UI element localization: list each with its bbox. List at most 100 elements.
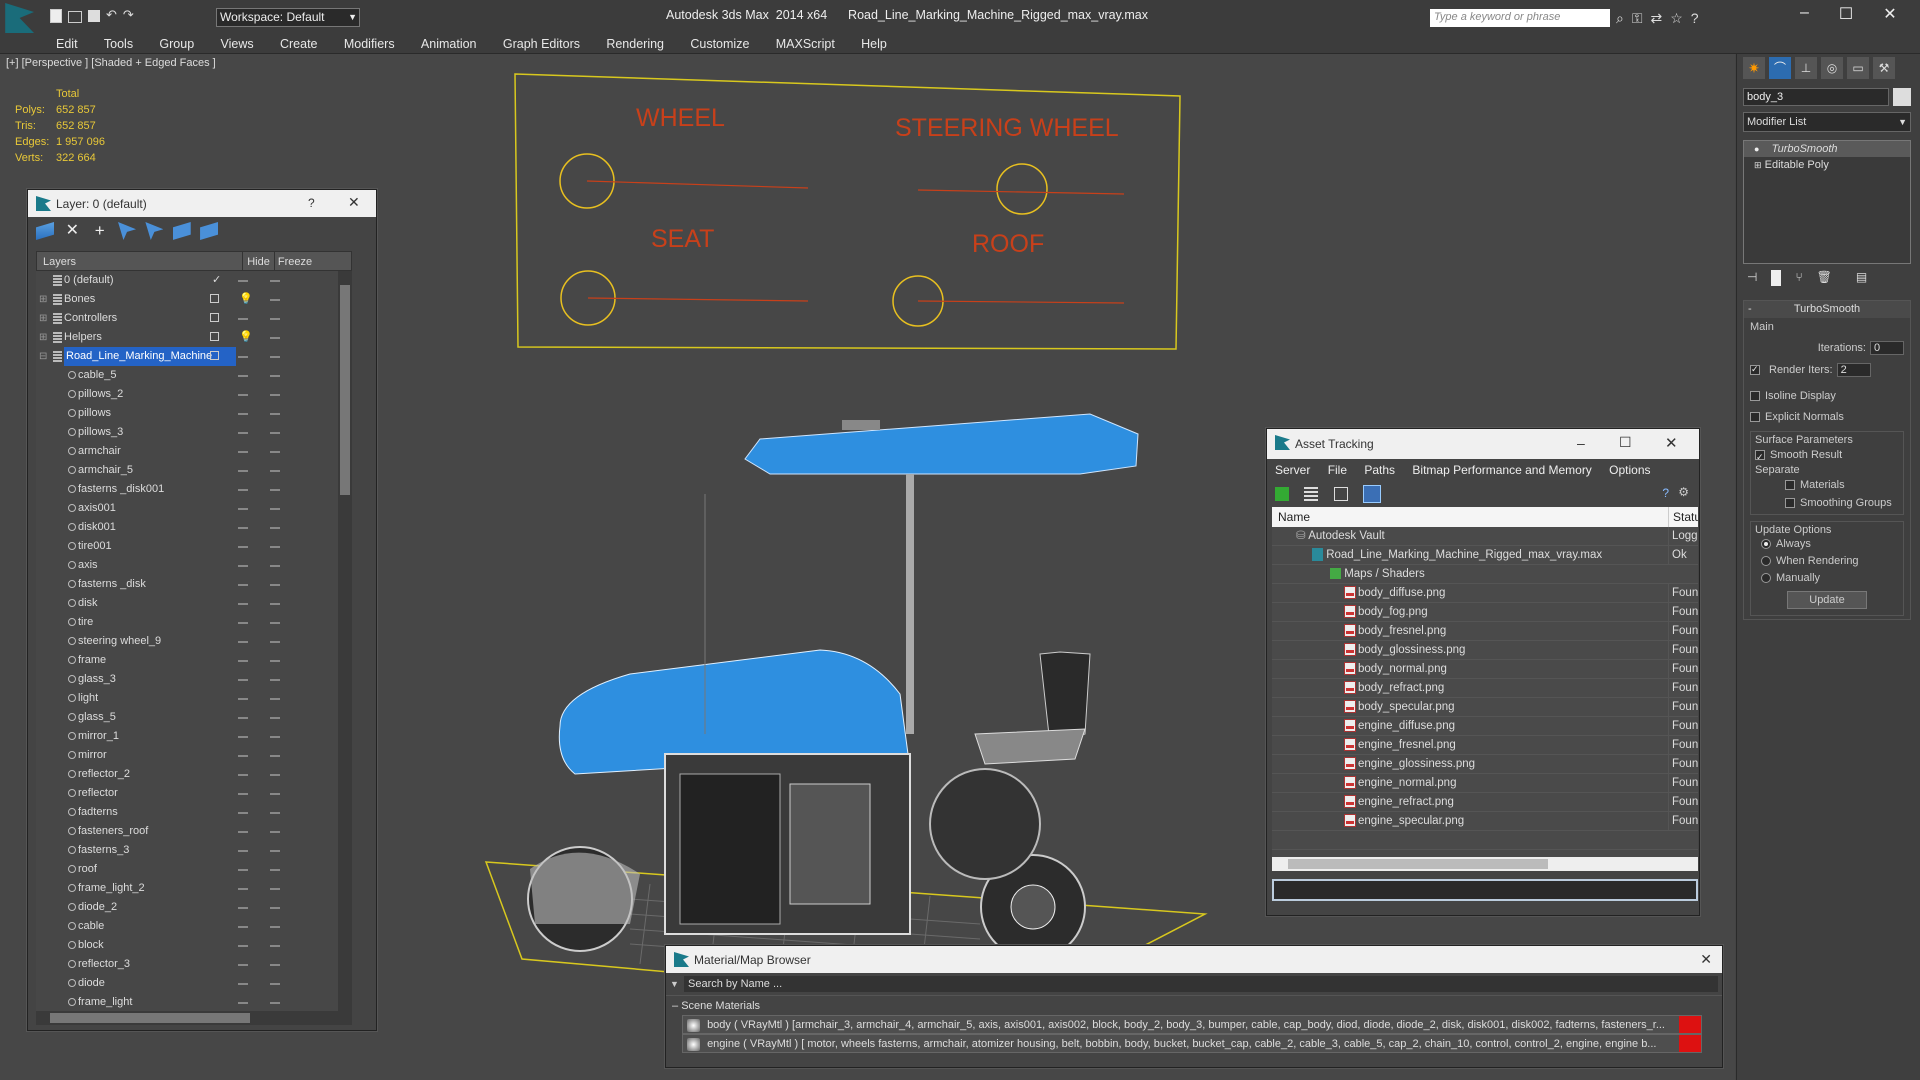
expand-icon[interactable]: ⊞ [39, 309, 47, 328]
hide-toggle[interactable] [238, 793, 248, 795]
menu-edit[interactable]: Edit [56, 34, 78, 54]
object-name-field[interactable]: body_3 [1743, 88, 1889, 106]
freeze-toggle[interactable] [270, 584, 280, 586]
layer-object-row[interactable]: block [36, 936, 352, 955]
col-freeze[interactable]: Freeze [275, 252, 315, 270]
freeze-toggle[interactable] [270, 565, 280, 567]
save-icon[interactable] [88, 10, 100, 22]
layer-object-row[interactable]: pillows_3 [36, 423, 352, 442]
maximize-icon[interactable]: ☐ [1839, 4, 1853, 24]
layer-row[interactable]: ⊞ Bones 💡 [36, 290, 352, 309]
display-tab-icon[interactable]: ▭ [1847, 57, 1869, 79]
help-icon[interactable]: ? [1662, 486, 1669, 500]
menu-server[interactable]: Server [1275, 463, 1310, 477]
explicit-normals-row[interactable]: Explicit Normals [1750, 407, 1904, 427]
layer-row[interactable]: 0 (default) ✓ [36, 271, 352, 290]
hide-toggle[interactable] [238, 679, 248, 681]
layer-active-box[interactable] [210, 351, 219, 360]
menu-bitmap-performance[interactable]: Bitmap Performance and Memory [1412, 463, 1591, 477]
freeze-toggle[interactable] [270, 660, 280, 662]
freeze-toggle[interactable] [270, 546, 280, 548]
layer-object-row[interactable]: tire [36, 613, 352, 632]
redo-icon[interactable]: ↷ [123, 8, 134, 23]
hide-toggle[interactable] [238, 432, 248, 434]
smooth-result-checkbox[interactable] [1755, 450, 1765, 461]
menu-customize[interactable]: Customize [690, 34, 749, 54]
layer-object-row[interactable]: disk001 [36, 518, 352, 537]
asset-row-map[interactable]: body_normal.png Found [1272, 660, 1698, 679]
hide-toggle[interactable] [238, 888, 248, 890]
options-icon[interactable]: ▼ [670, 976, 684, 992]
menu-group[interactable]: Group [159, 34, 194, 54]
stack-item-editable-poly[interactable]: ⊞ Editable Poly [1744, 157, 1910, 173]
freeze-toggle[interactable] [270, 337, 280, 339]
iterations-spinner[interactable]: 0 [1870, 341, 1904, 355]
refresh-icon[interactable] [1275, 487, 1289, 501]
search-input[interactable]: Type a keyword or phrase [1430, 9, 1610, 27]
layer-object-row[interactable]: pillows_2 [36, 385, 352, 404]
freeze-toggle[interactable] [270, 888, 280, 890]
hide-toggle[interactable] [238, 565, 248, 567]
lightbulb-icon[interactable]: ● [1754, 144, 1759, 154]
layer-object-row[interactable]: cable_5 [36, 366, 352, 385]
configure-sets-icon[interactable]: ▤ [1856, 270, 1867, 290]
layer-object-row[interactable]: roof [36, 860, 352, 879]
when-rendering-radio[interactable] [1761, 556, 1771, 567]
layer-object-row[interactable]: armchair_5 [36, 461, 352, 480]
minimize-icon[interactable]: – [1800, 4, 1809, 24]
layer-row[interactable]: ⊞ Helpers 💡 [36, 328, 352, 347]
hide-toggle[interactable] [238, 470, 248, 472]
open-file-icon[interactable] [68, 11, 82, 23]
horizontal-scrollbar[interactable] [1272, 857, 1698, 871]
hide-toggle[interactable] [238, 926, 248, 928]
hide-toggle[interactable] [238, 413, 248, 415]
delete-icon[interactable]: ✕ [63, 222, 81, 240]
freeze-toggle[interactable] [270, 831, 280, 833]
close-icon[interactable]: ✕ [1883, 4, 1896, 24]
freeze-toggle[interactable] [270, 964, 280, 966]
settings-icon[interactable]: ⚙ [1678, 485, 1689, 499]
hide-toggle[interactable] [238, 622, 248, 624]
col-hide[interactable]: Hide [243, 252, 275, 270]
freeze-toggle[interactable] [270, 755, 280, 757]
exchange-icon[interactable]: ⇄ [1651, 10, 1663, 27]
asset-row-map[interactable]: body_fog.png Found [1272, 603, 1698, 622]
freeze-toggle[interactable] [270, 945, 280, 947]
col-layers[interactable]: Layers [37, 252, 243, 270]
freeze-toggle[interactable] [270, 926, 280, 928]
freeze-toggle[interactable] [270, 318, 280, 320]
hide-toggle[interactable] [238, 869, 248, 871]
manually-radio[interactable] [1761, 573, 1771, 584]
freeze-toggle[interactable] [270, 508, 280, 510]
menu-rendering[interactable]: Rendering [606, 34, 664, 54]
freeze-toggle[interactable] [270, 983, 280, 985]
expand-icon[interactable]: ⊞ [39, 290, 47, 309]
freeze-toggle[interactable] [270, 736, 280, 738]
isoline-checkbox[interactable] [1750, 391, 1760, 402]
hide-toggle[interactable] [238, 356, 248, 358]
asset-path-field[interactable] [1272, 879, 1698, 901]
app-logo-icon[interactable] [5, 3, 34, 33]
layer-object-row[interactable]: steering wheel_9 [36, 632, 352, 651]
lightbulb-icon[interactable]: 💡 [239, 290, 253, 309]
hide-toggle[interactable] [238, 584, 248, 586]
hide-toggle[interactable] [238, 907, 248, 909]
asset-row-map[interactable]: engine_normal.png Found [1272, 774, 1698, 793]
list-view-icon[interactable] [1304, 487, 1319, 501]
hide-toggle[interactable] [238, 945, 248, 947]
freeze-toggle[interactable] [270, 489, 280, 491]
asset-row-map[interactable]: body_refract.png Found [1272, 679, 1698, 698]
layer-object-row[interactable]: reflector_3 [36, 955, 352, 974]
layers-icon[interactable] [36, 222, 54, 240]
select-in-layer-icon[interactable] [118, 222, 137, 240]
layer-object-row[interactable]: fasterns _disk001 [36, 480, 352, 499]
hide-toggle[interactable] [238, 717, 248, 719]
freeze-toggle[interactable] [270, 812, 280, 814]
hierarchy-tab-icon[interactable]: ⊥ [1795, 57, 1817, 79]
smoothing-groups-checkbox[interactable] [1785, 498, 1795, 509]
hide-toggle[interactable] [238, 508, 248, 510]
menu-graph-editors[interactable]: Graph Editors [503, 34, 580, 54]
layer-object-row[interactable]: reflector_2 [36, 765, 352, 784]
lightbulb-icon[interactable]: 💡 [239, 328, 253, 347]
material-row[interactable]: body ( VRayMtl ) [armchair_3, armchair_4… [682, 1015, 1702, 1034]
